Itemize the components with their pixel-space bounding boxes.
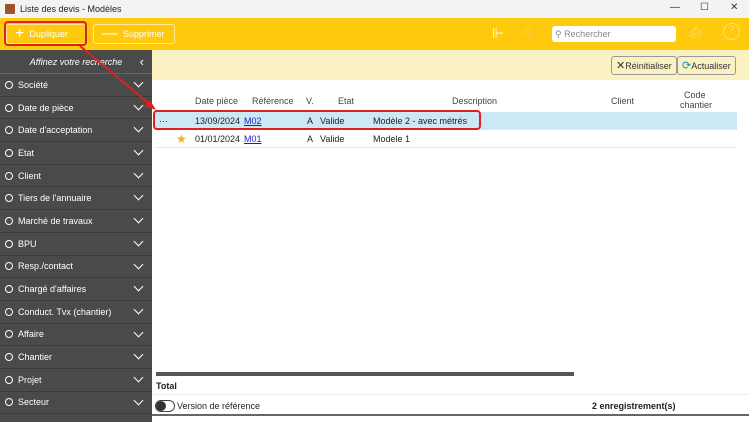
footer: Version de référence 2 enregistrement(s) — [152, 394, 749, 416]
horizontal-scrollbar[interactable] — [156, 372, 574, 376]
toggle-label: Version de référence — [177, 401, 261, 411]
total-label: Total — [156, 381, 177, 391]
reference-version-toggle[interactable] — [155, 400, 175, 412]
annotation-arrow — [79, 45, 156, 110]
record-count: 2 enregistrement(s) — [592, 401, 676, 411]
